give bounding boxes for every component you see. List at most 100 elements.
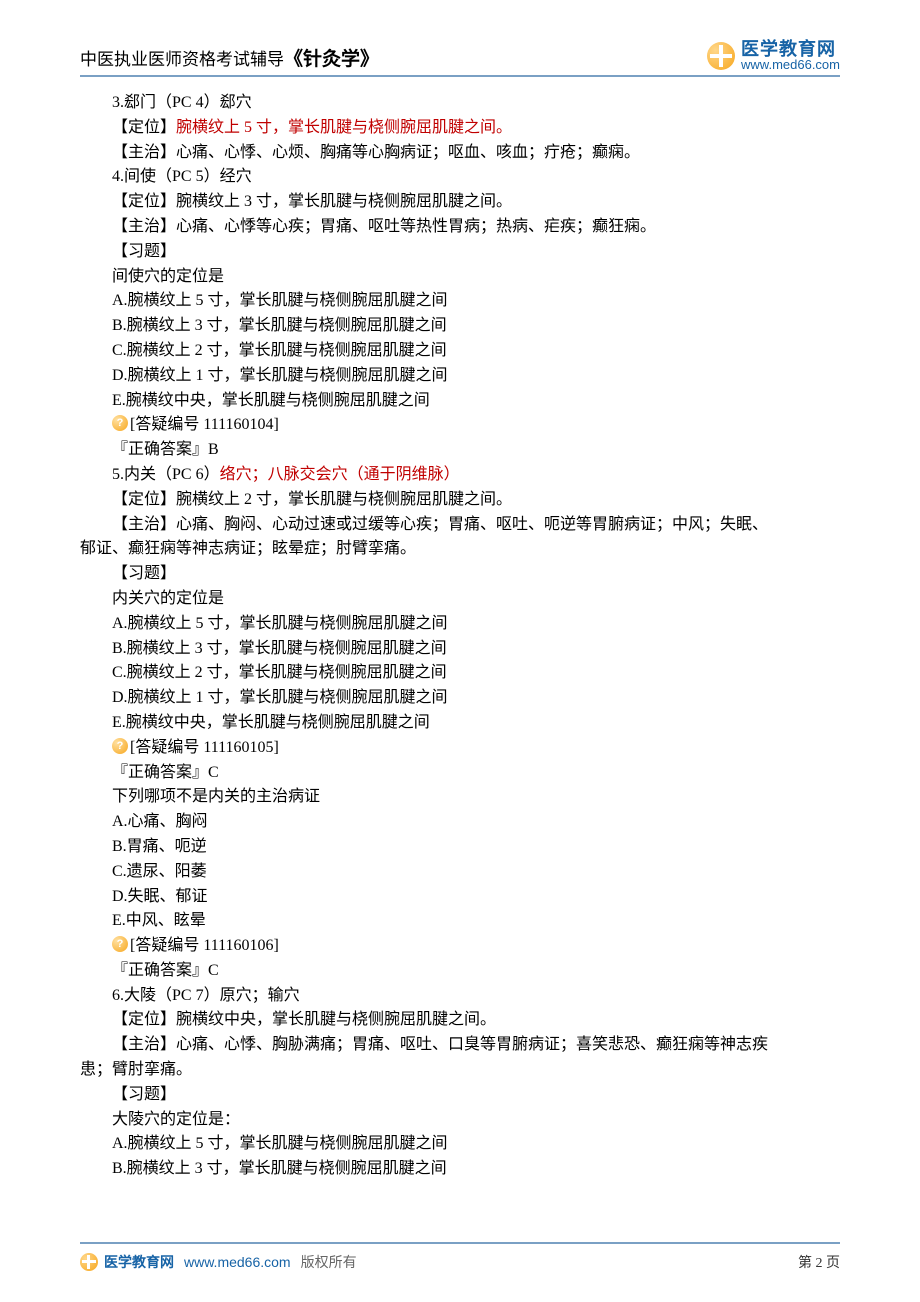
body-text: 【定位】腕横纹上 3 寸，掌长肌腱与桡侧腕屈肌腱之间。 — [112, 193, 512, 210]
text-line: 患；臂肘挛痛。 — [80, 1058, 840, 1083]
footer-left: 医学教育网 www.med66.com 版权所有 — [80, 1252, 357, 1272]
footer-brand: 医学教育网 — [104, 1252, 174, 1272]
text-line: B.胃痛、呃逆 — [80, 835, 840, 860]
text-line: 5.内关（PC 6）络穴；八脉交会穴（通于阴维脉） — [80, 463, 840, 488]
text-line: [答疑编号 111160106] — [80, 934, 840, 959]
footer-logo-icon — [80, 1253, 98, 1271]
text-line: E.腕横纹中央，掌长肌腱与桡侧腕屈肌腱之间 — [80, 389, 840, 414]
body-text: C.腕横纹上 2 寸，掌长肌腱与桡侧腕屈肌腱之间 — [112, 664, 447, 681]
text-line: 【定位】腕横纹上 5 寸，掌长肌腱与桡侧腕屈肌腱之间。 — [80, 116, 840, 141]
body-text: 【定位】腕横纹中央，掌长肌腱与桡侧腕屈肌腱之间。 — [112, 1011, 496, 1028]
text-line: 3.郄门（PC 4）郄穴 — [80, 91, 840, 116]
body-text: 间使穴的定位是 — [112, 268, 224, 285]
question-icon — [112, 415, 128, 431]
text-line: 间使穴的定位是 — [80, 265, 840, 290]
body-text: 6.大陵（PC 7）原穴；输穴 — [112, 987, 300, 1004]
body-text: 【主治】心痛、心悸、心烦、胸痛等心胸病证；呕血、咳血；疔疮；癫痫。 — [112, 144, 640, 161]
body-text: A.心痛、胸闷 — [112, 813, 208, 830]
body-text: 【习题】 — [112, 243, 176, 260]
text-line: 【习题】 — [80, 562, 840, 587]
text-line: B.腕横纹上 3 寸，掌长肌腱与桡侧腕屈肌腱之间 — [80, 314, 840, 339]
question-icon — [112, 936, 128, 952]
text-line: D.腕横纹上 1 寸，掌长肌腱与桡侧腕屈肌腱之间 — [80, 686, 840, 711]
text-line: C.腕横纹上 2 寸，掌长肌腱与桡侧腕屈肌腱之间 — [80, 661, 840, 686]
body-text: 【定位】 — [112, 119, 176, 136]
text-line: 大陵穴的定位是： — [80, 1108, 840, 1133]
body-text: 『正确答案』C — [112, 962, 219, 979]
body-text: 大陵穴的定位是： — [112, 1111, 240, 1128]
document-body: 3.郄门（PC 4）郄穴【定位】腕横纹上 5 寸，掌长肌腱与桡侧腕屈肌腱之间。【… — [80, 91, 840, 1182]
text-line: B.腕横纹上 3 寸，掌长肌腱与桡侧腕屈肌腱之间 — [80, 637, 840, 662]
text-line: 【主治】心痛、心悸等心疾；胃痛、呕吐等热性胃病；热病、疟疾；癫狂痫。 — [80, 215, 840, 240]
text-line: E.腕横纹中央，掌长肌腱与桡侧腕屈肌腱之间 — [80, 711, 840, 736]
body-text: 【定位】腕横纹上 2 寸，掌长肌腱与桡侧腕屈肌腱之间。 — [112, 491, 512, 508]
page: 中医执业医师资格考试辅导《针灸学》 医学教育网 www.med66.com 3.… — [0, 0, 920, 1302]
body-text: 3.郄门（PC 4）郄穴 — [112, 94, 252, 111]
body-text: 4.间使（PC 5）经穴 — [112, 168, 252, 185]
body-text: 【主治】心痛、心悸等心疾；胃痛、呕吐等热性胃病；热病、疟疾；癫狂痫。 — [112, 218, 656, 235]
text-line: A.腕横纹上 5 寸，掌长肌腱与桡侧腕屈肌腱之间 — [80, 1132, 840, 1157]
text-line: 『正确答案』C — [80, 959, 840, 984]
footer-page-number: 第 2 页 — [798, 1252, 840, 1272]
text-line: 【定位】腕横纹中央，掌长肌腱与桡侧腕屈肌腱之间。 — [80, 1008, 840, 1033]
highlight-text: 络穴；八脉交会穴（通于阴维脉） — [220, 466, 460, 483]
text-line: 『正确答案』C — [80, 761, 840, 786]
header-subject: 《针灸学》 — [284, 49, 379, 70]
text-line: 6.大陵（PC 7）原穴；输穴 — [80, 984, 840, 1009]
body-text: 【主治】心痛、胸闷、心动过速或过缓等心疾；胃痛、呕吐、呃逆等胃腑病证；中风；失眠… — [112, 516, 768, 533]
header-logo-block: 医学教育网 www.med66.com — [707, 40, 840, 71]
text-line: 【定位】腕横纹上 3 寸，掌长肌腱与桡侧腕屈肌腱之间。 — [80, 190, 840, 215]
text-line: 『正确答案』B — [80, 438, 840, 463]
text-line: [答疑编号 111160105] — [80, 736, 840, 761]
body-text: A.腕横纹上 5 寸，掌长肌腱与桡侧腕屈肌腱之间 — [112, 292, 448, 309]
body-text: B.腕横纹上 3 寸，掌长肌腱与桡侧腕屈肌腱之间 — [112, 1160, 447, 1177]
text-line: 4.间使（PC 5）经穴 — [80, 165, 840, 190]
header-title: 中医执业医师资格考试辅导《针灸学》 — [80, 44, 379, 71]
text-line: 【主治】心痛、胸闷、心动过速或过缓等心疾；胃痛、呕吐、呃逆等胃腑病证；中风；失眠… — [80, 513, 840, 538]
header-prefix: 中医执业医师资格考试辅导 — [80, 50, 284, 69]
body-text: E.中风、眩晕 — [112, 912, 206, 929]
body-text: [答疑编号 111160105] — [130, 739, 279, 756]
page-header: 中医执业医师资格考试辅导《针灸学》 医学教育网 www.med66.com — [80, 40, 840, 77]
question-icon — [112, 738, 128, 754]
logo-icon — [707, 42, 735, 70]
text-line: C.遗尿、阳萎 — [80, 860, 840, 885]
text-line: 内关穴的定位是 — [80, 587, 840, 612]
body-text: 【习题】 — [112, 1086, 176, 1103]
body-text: B.胃痛、呃逆 — [112, 838, 207, 855]
text-line: A.腕横纹上 5 寸，掌长肌腱与桡侧腕屈肌腱之间 — [80, 289, 840, 314]
body-text: 郁证、癫狂痫等神志病证；眩晕症；肘臂挛痛。 — [80, 540, 416, 557]
text-line: 郁证、癫狂痫等神志病证；眩晕症；肘臂挛痛。 — [80, 537, 840, 562]
body-text: 内关穴的定位是 — [112, 590, 224, 607]
body-text: C.遗尿、阳萎 — [112, 863, 207, 880]
highlight-text: 腕横纹上 5 寸，掌长肌腱与桡侧腕屈肌腱之间。 — [176, 119, 512, 136]
logo-cn: 医学教育网 — [741, 40, 840, 58]
body-text: E.腕横纹中央，掌长肌腱与桡侧腕屈肌腱之间 — [112, 714, 430, 731]
body-text: C.腕横纹上 2 寸，掌长肌腱与桡侧腕屈肌腱之间 — [112, 342, 447, 359]
text-line: 下列哪项不是内关的主治病证 — [80, 785, 840, 810]
text-line: 【主治】心痛、心悸、胸胁满痛；胃痛、呕吐、口臭等胃腑病证；喜笑悲恐、癫狂痫等神志… — [80, 1033, 840, 1058]
body-text: 【习题】 — [112, 565, 176, 582]
body-text: D.腕横纹上 1 寸，掌长肌腱与桡侧腕屈肌腱之间 — [112, 689, 448, 706]
body-text: E.腕横纹中央，掌长肌腱与桡侧腕屈肌腱之间 — [112, 392, 430, 409]
footer-url: www.med66.com — [184, 1254, 291, 1270]
footer-copyright: 版权所有 — [301, 1252, 357, 1272]
body-text: 患；臂肘挛痛。 — [80, 1061, 192, 1078]
body-text: B.腕横纹上 3 寸，掌长肌腱与桡侧腕屈肌腱之间 — [112, 317, 447, 334]
body-text: [答疑编号 111160106] — [130, 937, 279, 954]
body-text: A.腕横纹上 5 寸，掌长肌腱与桡侧腕屈肌腱之间 — [112, 1135, 448, 1152]
text-line: 【习题】 — [80, 1083, 840, 1108]
text-line: B.腕横纹上 3 寸，掌长肌腱与桡侧腕屈肌腱之间 — [80, 1157, 840, 1182]
text-line: A.腕横纹上 5 寸，掌长肌腱与桡侧腕屈肌腱之间 — [80, 612, 840, 637]
body-text: 下列哪项不是内关的主治病证 — [112, 788, 320, 805]
text-line: 【定位】腕横纹上 2 寸，掌长肌腱与桡侧腕屈肌腱之间。 — [80, 488, 840, 513]
body-text: D.腕横纹上 1 寸，掌长肌腱与桡侧腕屈肌腱之间 — [112, 367, 448, 384]
body-text: B.腕横纹上 3 寸，掌长肌腱与桡侧腕屈肌腱之间 — [112, 640, 447, 657]
text-line: 【主治】心痛、心悸、心烦、胸痛等心胸病证；呕血、咳血；疔疮；癫痫。 — [80, 141, 840, 166]
page-footer: 医学教育网 www.med66.com 版权所有 第 2 页 — [80, 1242, 840, 1272]
body-text: A.腕横纹上 5 寸，掌长肌腱与桡侧腕屈肌腱之间 — [112, 615, 448, 632]
logo-text: 医学教育网 www.med66.com — [741, 40, 840, 71]
text-line: A.心痛、胸闷 — [80, 810, 840, 835]
text-line: C.腕横纹上 2 寸，掌长肌腱与桡侧腕屈肌腱之间 — [80, 339, 840, 364]
body-text: 【主治】心痛、心悸、胸胁满痛；胃痛、呕吐、口臭等胃腑病证；喜笑悲恐、癫狂痫等神志… — [112, 1036, 768, 1053]
